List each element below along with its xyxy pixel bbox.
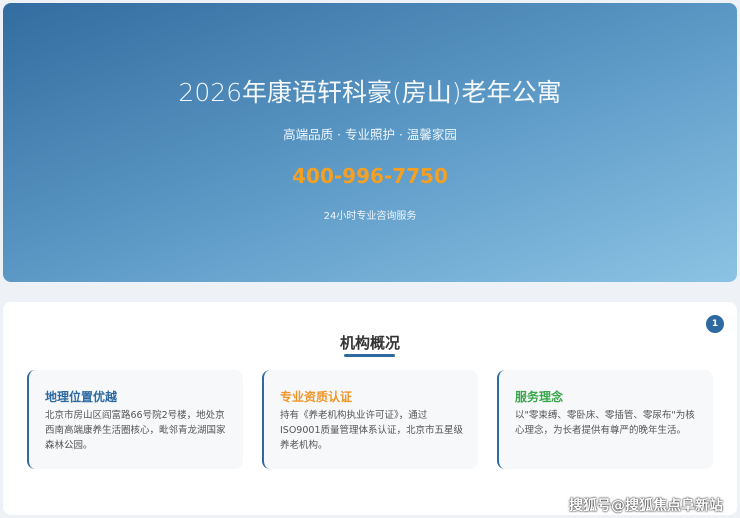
title-underline — [344, 354, 395, 357]
page-title: 2026年康语轩科豪(房山)老年公寓 — [178, 78, 562, 107]
page-badge[interactable]: 1 — [706, 315, 724, 333]
card-title: 专业资质认证 — [280, 390, 353, 404]
card-title: 地理位置优越 — [45, 390, 118, 404]
watermark: 搜狐号@搜狐焦点阜新站 — [569, 498, 723, 514]
hero-banner: 2026年康语轩科豪(房山)老年公寓 高端品质 · 专业照护 · 温馨家园 40… — [3, 3, 737, 282]
card-text: 持有《养老机构执业许可证》，通过ISO9001质量管理体系认证，北京市五星级养老… — [280, 410, 463, 451]
card-location: 地理位置优越 北京市房山区阎富路66号院2号楼，地处京西南高端康养生活圈核心，毗… — [27, 370, 243, 469]
card-text: 以"零束缚、零卧床、零插管、零尿布"为核心理念，为长者提供有尊严的晚年生活。 — [515, 410, 695, 436]
card-text: 北京市房山区阎富路66号院2号楼，地处京西南高端康养生活圈核心，毗邻青龙湖国家森… — [45, 410, 226, 451]
card-philosophy: 服务理念 以"零束缚、零卧床、零插管、零尿布"为核心理念，为长者提供有尊严的晚年… — [497, 370, 713, 469]
phone-number[interactable]: 400-996-7750 — [3, 164, 737, 188]
overview-section: 机构概况 1 地理位置优越 北京市房山区阎富路66号院2号楼，地处京西南高端康养… — [3, 302, 737, 515]
hero-subtitle: 高端品质 · 专业照护 · 温馨家园 — [283, 127, 457, 142]
section-title: 机构概况 — [339, 334, 400, 352]
hero-note: 24小时专业咨询服务 — [323, 211, 417, 222]
card-certification: 专业资质认证 持有《养老机构执业许可证》，通过ISO9001质量管理体系认证，北… — [262, 370, 478, 469]
card-title: 服务理念 — [515, 390, 564, 404]
